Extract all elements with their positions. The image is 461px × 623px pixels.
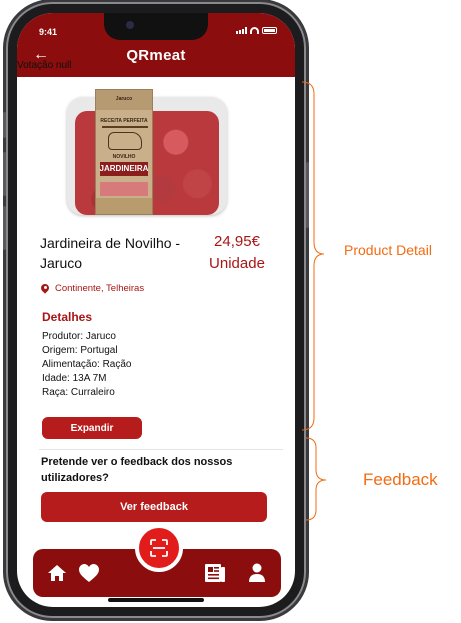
price-value: 24,95€ bbox=[214, 233, 260, 250]
store-location[interactable]: Continente, Telheiras bbox=[41, 283, 144, 294]
product-name: Jardineira de Novilho - Jaruco bbox=[40, 235, 181, 271]
home-icon[interactable] bbox=[45, 561, 69, 585]
price-unit: Unidade bbox=[209, 255, 265, 272]
user-icon[interactable] bbox=[245, 561, 269, 585]
package-line3: JARDINEIRA bbox=[99, 164, 149, 173]
expand-button[interactable]: Expandir bbox=[42, 417, 142, 439]
volume-down-button bbox=[3, 206, 6, 250]
volume-up-button bbox=[3, 152, 6, 196]
product-detail-label: Product Detail bbox=[344, 242, 432, 258]
detail-feed: Alimentação: Ração bbox=[42, 359, 132, 370]
details-list: Produtor: Jaruco Origem: Portugal Alimen… bbox=[42, 330, 132, 400]
debug-text: Votação null bbox=[17, 60, 72, 71]
product-price: 24,95€ Unidade bbox=[197, 231, 277, 275]
battery-icon bbox=[262, 27, 277, 34]
view-feedback-button[interactable]: Ver feedback bbox=[41, 492, 267, 522]
detail-origin: Origem: Portugal bbox=[42, 345, 118, 356]
phone-frame: 9:41 ← QRmeat Votação null Jaruco RECEIT… bbox=[3, 2, 309, 618]
product-image: Jaruco RECEITA PERFEITA NOVILHO JARDINEI… bbox=[67, 89, 227, 215]
package-brand: Jaruco bbox=[115, 96, 133, 102]
detail-breed: Raça: Curraleiro bbox=[42, 387, 115, 398]
mute-switch bbox=[3, 112, 6, 138]
location-pin-icon bbox=[41, 284, 49, 294]
screen: 9:41 ← QRmeat Votação null Jaruco RECEIT… bbox=[17, 13, 295, 607]
notch bbox=[104, 13, 208, 40]
scan-button[interactable] bbox=[135, 524, 183, 572]
divider bbox=[39, 449, 283, 450]
package-label: Jaruco RECEITA PERFEITA NOVILHO JARDINEI… bbox=[95, 89, 153, 215]
feedback-brace bbox=[305, 437, 327, 521]
package-line1: RECEITA PERFEITA bbox=[100, 118, 148, 124]
camera-icon bbox=[126, 21, 134, 29]
news-icon[interactable] bbox=[203, 561, 227, 585]
status-icons bbox=[236, 27, 277, 34]
package-line2: NOVILHO bbox=[112, 154, 136, 160]
wifi-icon bbox=[250, 27, 259, 34]
location-text: Continente, Telheiras bbox=[55, 283, 145, 294]
cow-illustration bbox=[108, 132, 142, 150]
feedback-label: Feedback bbox=[363, 470, 438, 489]
product-detail-brace bbox=[301, 81, 325, 431]
details-title: Detalhes bbox=[42, 310, 93, 324]
signal-icon bbox=[236, 27, 247, 34]
feedback-question: Pretende ver o feedback dos nossos utili… bbox=[41, 456, 233, 484]
detail-producer: Produtor: Jaruco bbox=[42, 331, 116, 342]
scan-icon bbox=[150, 539, 168, 557]
status-time: 9:41 bbox=[39, 27, 58, 37]
home-indicator bbox=[108, 598, 204, 602]
detail-age: Idade: 13A 7M bbox=[42, 373, 107, 384]
heart-icon[interactable] bbox=[77, 561, 101, 585]
